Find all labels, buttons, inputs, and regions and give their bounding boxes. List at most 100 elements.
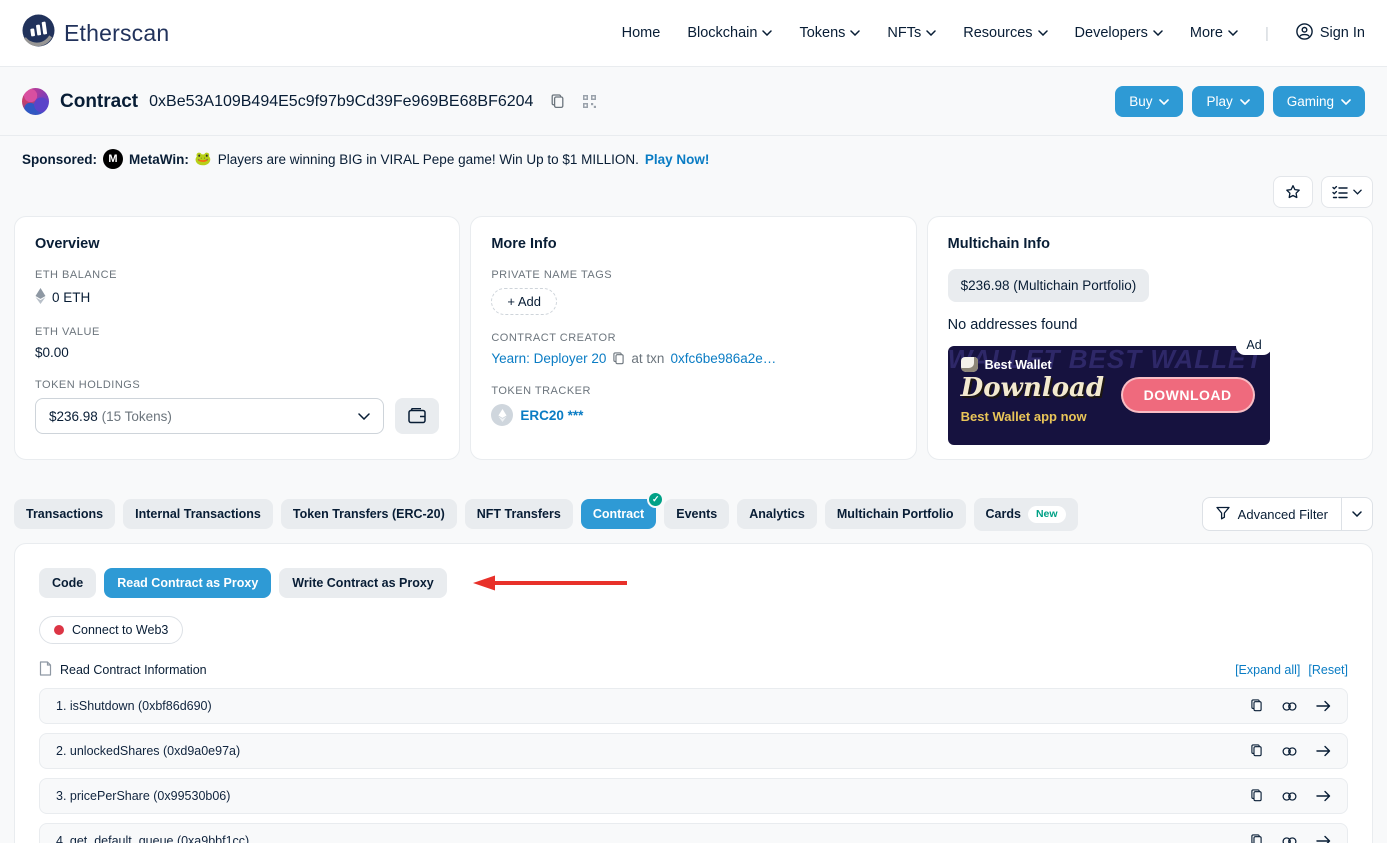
nav-label: Tokens bbox=[799, 25, 845, 41]
eth-diamond-icon bbox=[35, 288, 46, 307]
subtab-write-contract-as-proxy[interactable]: Write Contract as Proxy bbox=[279, 568, 446, 598]
read-contract-section-header: Read Contract Information [Expand all] [… bbox=[39, 661, 1348, 679]
copy-icon[interactable] bbox=[1250, 699, 1263, 713]
tab-events[interactable]: Events bbox=[664, 499, 729, 529]
contract-subtabs: Code Read Contract as Proxy Write Contra… bbox=[39, 568, 1348, 598]
function-row-unlockedShares[interactable]: 2. unlockedShares (0xd9a0e97a) bbox=[39, 733, 1348, 769]
copy-creator-icon[interactable] bbox=[612, 352, 625, 366]
more-info-title: More Info bbox=[491, 236, 895, 252]
document-icon bbox=[39, 661, 52, 679]
function-row-get_default_queue[interactable]: 4. get_default_queue (0xa9bbf1cc) bbox=[39, 823, 1348, 843]
token-tracker-label: TOKEN TRACKER bbox=[491, 385, 895, 397]
gaming-button[interactable]: Gaming bbox=[1273, 86, 1365, 117]
multichain-title: Multichain Info bbox=[948, 236, 1352, 252]
holdings-count: (15 Tokens) bbox=[102, 409, 172, 424]
advertiser-name: MetaWin: bbox=[129, 152, 189, 167]
contract-panel: Code Read Contract as Proxy Write Contra… bbox=[14, 543, 1373, 843]
new-badge: New bbox=[1028, 506, 1066, 523]
etherscan-logo-icon bbox=[22, 14, 55, 52]
tab-nft-transfers[interactable]: NFT Transfers bbox=[465, 499, 573, 529]
arrow-right-icon[interactable] bbox=[1316, 835, 1331, 843]
token-logo-icon bbox=[491, 404, 513, 426]
arrow-right-icon[interactable] bbox=[1316, 745, 1331, 757]
nav-item-tokens[interactable]: Tokens bbox=[799, 25, 860, 41]
nav-item-resources[interactable]: Resources bbox=[963, 25, 1047, 41]
copy-address-icon[interactable] bbox=[550, 94, 565, 110]
overview-card: Overview ETH BALANCE 0 ETH ETH VALUE $0.… bbox=[14, 216, 460, 460]
page-tools bbox=[0, 169, 1387, 208]
nav-label: Resources bbox=[963, 25, 1032, 41]
sign-in-button[interactable]: Sign In bbox=[1296, 23, 1365, 44]
etherscan-logo[interactable]: Etherscan bbox=[22, 14, 169, 52]
arrow-right-icon[interactable] bbox=[1316, 700, 1331, 712]
tab-multichain-portfolio[interactable]: Multichain Portfolio bbox=[825, 499, 966, 529]
section-title: Read Contract Information bbox=[39, 661, 207, 679]
chevron-down-icon bbox=[1153, 30, 1163, 36]
favorite-star-button[interactable] bbox=[1273, 176, 1313, 208]
copy-icon[interactable] bbox=[1250, 789, 1263, 803]
copy-icon[interactable] bbox=[1250, 744, 1263, 758]
section-title-label: Read Contract Information bbox=[60, 663, 207, 677]
chevron-down-icon bbox=[1353, 189, 1362, 195]
subtab-code[interactable]: Code bbox=[39, 568, 96, 598]
ad-container: Ad WALLET BEST WALLET BEST WALLET BEST W… bbox=[948, 346, 1270, 445]
buy-button[interactable]: Buy bbox=[1115, 86, 1183, 117]
address-identicon bbox=[22, 88, 49, 115]
nav-item-home[interactable]: Home bbox=[622, 25, 661, 41]
permalink-icon[interactable] bbox=[1282, 746, 1297, 757]
arrow-right-icon[interactable] bbox=[1316, 790, 1331, 802]
token-holdings-dropdown[interactable]: $236.98 (15 Tokens) bbox=[35, 398, 384, 434]
advanced-filter-label: Advanced Filter bbox=[1238, 507, 1328, 522]
holdings-value: $236.98 bbox=[49, 409, 98, 424]
reset-link[interactable]: [Reset] bbox=[1308, 663, 1348, 677]
function-label: 3. pricePerShare (0x99530b06) bbox=[56, 789, 230, 803]
connect-to-web3-button[interactable]: Connect to Web3 bbox=[39, 616, 183, 644]
nav-item-developers[interactable]: Developers bbox=[1075, 25, 1163, 41]
contract-title-group: Contract 0xBe53A109B494E5c9f97b9Cd39Fe96… bbox=[22, 88, 597, 115]
nav-item-nfts[interactable]: NFTs bbox=[887, 25, 936, 41]
wallet-button[interactable] bbox=[395, 398, 439, 434]
chevron-down-icon bbox=[1240, 99, 1250, 105]
permalink-icon[interactable] bbox=[1282, 701, 1297, 712]
ad-download-button[interactable]: DOWNLOAD bbox=[1121, 377, 1255, 413]
multichain-portfolio-badge[interactable]: $236.98 (Multichain Portfolio) bbox=[948, 269, 1150, 302]
advanced-filter-dropdown[interactable] bbox=[1341, 498, 1372, 530]
play-now-link[interactable]: Play Now! bbox=[645, 152, 710, 167]
view-options-button[interactable] bbox=[1321, 176, 1373, 208]
private-name-tags-label: PRIVATE NAME TAGS bbox=[491, 269, 895, 281]
expand-all-link[interactable]: [Expand all] bbox=[1235, 663, 1300, 677]
nav-label: Blockchain bbox=[687, 25, 757, 41]
user-icon bbox=[1296, 23, 1313, 44]
tab-analytics[interactable]: Analytics bbox=[737, 499, 817, 529]
function-row-isShutdown[interactable]: 1. isShutdown (0xbf86d690) bbox=[39, 688, 1348, 724]
nav-item-blockchain[interactable]: Blockchain bbox=[687, 25, 772, 41]
token-tracker-link[interactable]: ERC20 *** bbox=[520, 408, 583, 423]
advanced-filter-button[interactable]: Advanced Filter bbox=[1203, 498, 1341, 530]
ad-headline: Download bbox=[961, 373, 1104, 403]
function-row-pricePerShare[interactable]: 3. pricePerShare (0x99530b06) bbox=[39, 778, 1348, 814]
best-wallet-ad[interactable]: WALLET BEST WALLET BEST WALLET BEST WALL… bbox=[948, 346, 1270, 445]
overview-title: Overview bbox=[35, 236, 439, 252]
chevron-down-icon bbox=[1038, 30, 1048, 36]
nav-label: Developers bbox=[1075, 25, 1148, 41]
qr-code-icon[interactable] bbox=[582, 94, 597, 109]
permalink-icon[interactable] bbox=[1282, 791, 1297, 802]
creation-txn-link[interactable]: 0xfc6be986a2e… bbox=[670, 351, 776, 366]
creator-link[interactable]: Yearn: Deployer 20 bbox=[491, 351, 606, 366]
tab-token-transfers[interactable]: Token Transfers (ERC-20) bbox=[281, 499, 457, 529]
tab-transactions[interactable]: Transactions bbox=[14, 499, 115, 529]
permalink-icon[interactable] bbox=[1282, 836, 1297, 843]
add-name-tag-button[interactable]: + Add bbox=[491, 288, 557, 315]
tab-contract[interactable]: Contract✓ bbox=[581, 499, 656, 529]
subtab-read-contract-as-proxy[interactable]: Read Contract as Proxy bbox=[104, 568, 271, 598]
play-button[interactable]: Play bbox=[1192, 86, 1263, 117]
eth-value: $0.00 bbox=[35, 345, 439, 360]
tab-internal-transactions[interactable]: Internal Transactions bbox=[123, 499, 273, 529]
sponsored-banner: Sponsored: M MetaWin: 🐸 Players are winn… bbox=[0, 136, 1387, 169]
copy-icon[interactable] bbox=[1250, 834, 1263, 843]
tab-cards[interactable]: CardsNew bbox=[974, 498, 1078, 531]
expand-controls: [Expand all] [Reset] bbox=[1235, 663, 1348, 677]
nav-item-more[interactable]: More bbox=[1190, 25, 1238, 41]
contract-header: Contract 0xBe53A109B494E5c9f97b9Cd39Fe96… bbox=[0, 67, 1387, 136]
sign-in-label: Sign In bbox=[1320, 25, 1365, 41]
